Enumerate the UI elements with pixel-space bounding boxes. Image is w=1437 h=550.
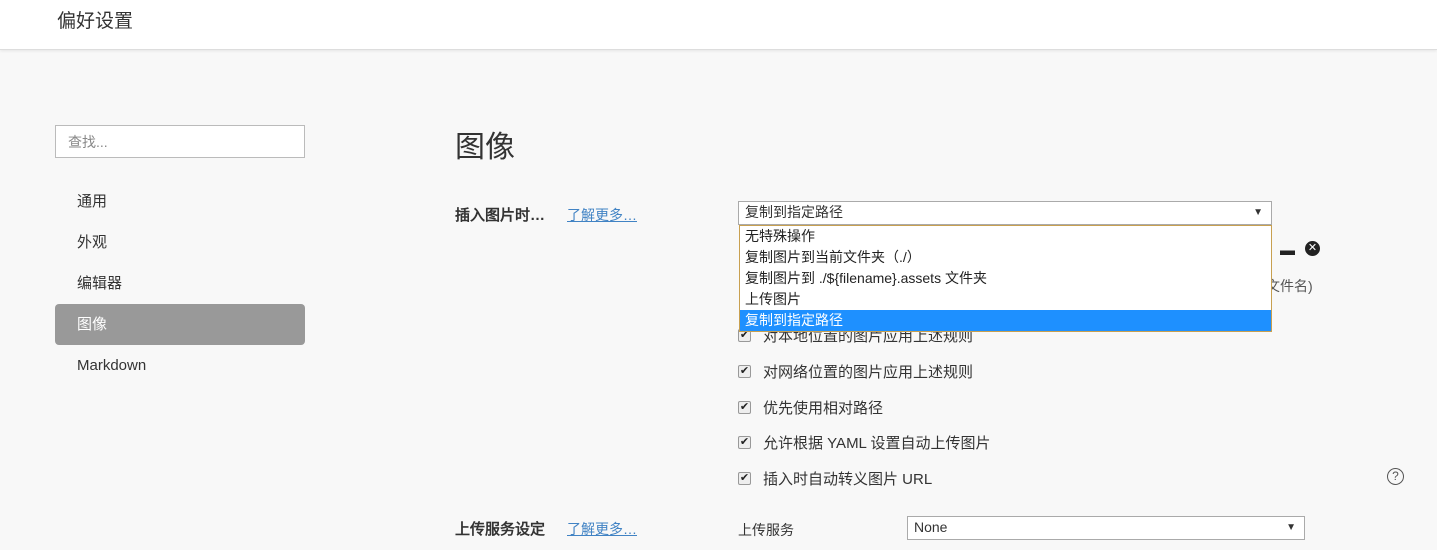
insert-action-select[interactable]: 复制到指定路径 ▼	[738, 201, 1272, 225]
chevron-down-icon: ▼	[1286, 522, 1296, 533]
upload-service-label: 上传服务	[738, 522, 794, 538]
folder-icon[interactable]: ▬	[1280, 242, 1295, 259]
path-hint: 文件名)	[1266, 278, 1313, 294]
sidebar-item-appearance[interactable]: 外观	[55, 222, 305, 263]
dropdown-option[interactable]: 复制图片到当前文件夹（./）	[740, 247, 1271, 268]
checkbox-label: 优先使用相对路径	[763, 400, 884, 417]
search-input[interactable]	[55, 125, 305, 158]
select-value: 复制到指定路径	[745, 204, 843, 220]
sidebar-item-markdown[interactable]: Markdown	[55, 345, 305, 386]
checkbox-label: 插入时自动转义图片 URL	[763, 471, 933, 488]
checkbox-checked-icon[interactable]: ✔	[738, 401, 751, 414]
header: 偏好设置	[0, 0, 1437, 50]
window-title: 偏好设置	[57, 11, 134, 32]
upload-settings-label: 上传服务设定	[455, 521, 546, 538]
checkbox-label: 允许根据 YAML 设置自动上传图片	[763, 435, 991, 452]
upload-learn-more-link[interactable]: 了解更多…	[567, 519, 637, 539]
checkbox-checked-icon[interactable]: ✔	[738, 365, 751, 378]
help-icon[interactable]: ?	[1387, 468, 1404, 485]
checkbox-relative-path[interactable]: ✔ 优先使用相对路径	[738, 397, 883, 418]
checkbox-label: 对网络位置的图片应用上述规则	[763, 364, 974, 381]
select-value: None	[914, 519, 948, 535]
insert-learn-more-link[interactable]: 了解更多…	[567, 205, 637, 225]
sidebar-item-editor[interactable]: 编辑器	[55, 263, 305, 304]
dropdown-option[interactable]: 上传图片	[740, 289, 1271, 310]
checkbox-checked-icon[interactable]: ✔	[738, 436, 751, 449]
dropdown-option-selected[interactable]: 复制到指定路径	[740, 310, 1271, 331]
clear-icon[interactable]: ✕	[1305, 241, 1320, 256]
dropdown-option[interactable]: 复制图片到 ./${filename}.assets 文件夹	[740, 268, 1271, 289]
checkbox-network-images[interactable]: ✔ 对网络位置的图片应用上述规则	[738, 361, 973, 382]
sidebar-item-image[interactable]: 图像	[55, 304, 305, 345]
insert-action-dropdown[interactable]: 无特殊操作 复制图片到当前文件夹（./） 复制图片到 ./${filename}…	[739, 225, 1272, 332]
insert-image-label: 插入图片时…	[455, 207, 546, 224]
chevron-down-icon: ▼	[1253, 207, 1263, 218]
checkbox-checked-icon[interactable]: ✔	[738, 472, 751, 485]
sidebar-nav: 通用 外观 编辑器 图像 Markdown	[55, 181, 305, 386]
dropdown-option[interactable]: 无特殊操作	[740, 226, 1271, 247]
page-title: 图像	[455, 131, 515, 164]
sidebar-item-general[interactable]: 通用	[55, 181, 305, 222]
checkbox-yaml-upload[interactable]: ✔ 允许根据 YAML 设置自动上传图片	[738, 432, 991, 453]
checkbox-escape-url[interactable]: ✔ 插入时自动转义图片 URL	[738, 468, 932, 489]
upload-service-select[interactable]: None ▼	[907, 516, 1305, 540]
